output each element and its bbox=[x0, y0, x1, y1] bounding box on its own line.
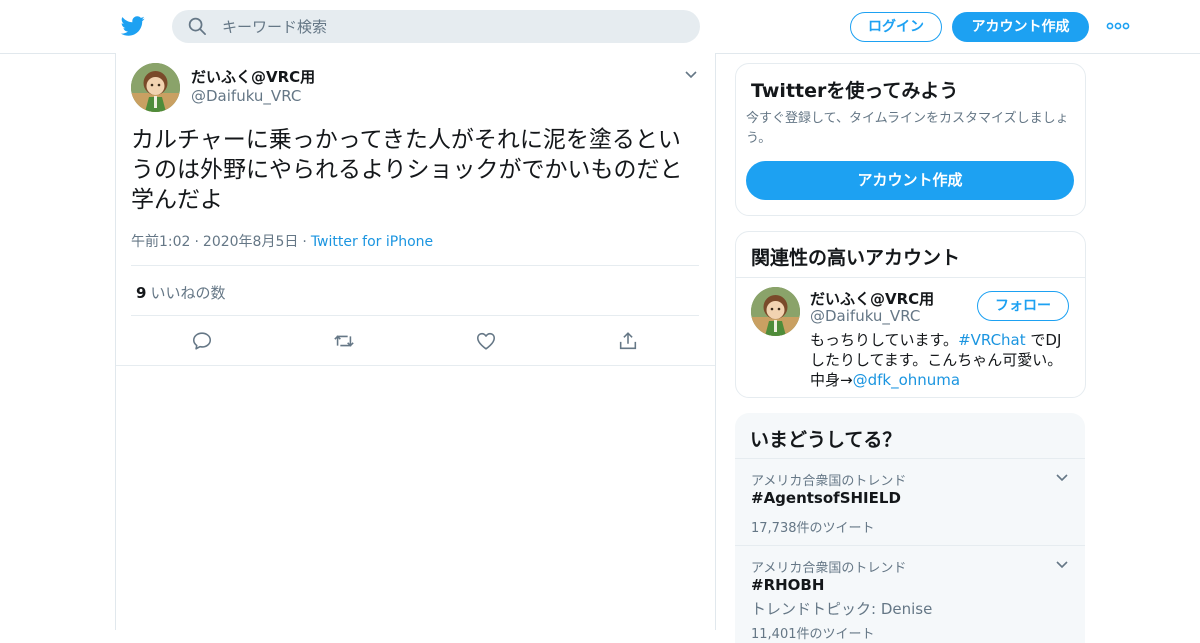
trend-name[interactable]: #RHOBH bbox=[751, 576, 824, 594]
signup-button[interactable]: アカウント作成 bbox=[952, 12, 1089, 42]
tweet-text: カルチャーに乗っかってきた人がそれに泥を塗るというのは外野にやられるよりショック… bbox=[131, 127, 683, 213]
chevron-down-icon[interactable] bbox=[1055, 473, 1069, 483]
search-box bbox=[172, 10, 700, 43]
avatar[interactable] bbox=[751, 287, 800, 336]
chevron-down-icon[interactable] bbox=[1055, 560, 1069, 570]
avatar[interactable] bbox=[131, 63, 180, 112]
tweet-source-link[interactable]: Twitter for iPhone bbox=[311, 234, 433, 250]
likes-stat[interactable]: 9 いいねの数 bbox=[136, 282, 225, 303]
trends-card: いまどうしてる？ アメリカ合衆国のトレンド #AgentsofSHIELD 17… bbox=[735, 413, 1085, 643]
tweet-date[interactable]: 2020年8月5日 bbox=[203, 234, 298, 250]
bio-hashtag-link[interactable]: #VRChat bbox=[958, 331, 1026, 349]
likes-count: 9 bbox=[136, 284, 147, 302]
related-account-bio: もっちりしています。#VRChat でDJしたりしてます。こんちゃん可愛い。 中… bbox=[810, 330, 1085, 390]
divider bbox=[735, 545, 1085, 546]
trend-tweet-count: 17,738件のツイート bbox=[751, 521, 875, 536]
heart-icon[interactable] bbox=[475, 330, 497, 352]
search-icon bbox=[188, 17, 206, 35]
more-options-icon[interactable] bbox=[1106, 20, 1130, 32]
follow-button[interactable]: フォロー bbox=[977, 291, 1069, 321]
trend-tweet-count: 11,401件のツイート bbox=[751, 627, 875, 642]
signup-card-description: 今すぐ登録して、タイムラインをカスタマイズしましょう。 bbox=[746, 111, 1069, 146]
related-accounts-title: 関連性の高いアカウント bbox=[751, 247, 961, 269]
retweet-icon[interactable] bbox=[333, 330, 355, 352]
avatar-image bbox=[131, 63, 180, 112]
divider bbox=[736, 277, 1085, 278]
divider bbox=[735, 458, 1085, 459]
signup-card-title: Twitterを使ってみよう bbox=[751, 80, 959, 102]
twitter-bird-logo-icon[interactable] bbox=[120, 14, 146, 38]
divider bbox=[131, 315, 699, 316]
trend-topic: トレンドトピック: Denise bbox=[751, 600, 933, 618]
avatar-image bbox=[751, 287, 800, 336]
related-account-handle[interactable]: @Daifuku_VRC bbox=[810, 307, 920, 325]
top-nav-bar: ログイン アカウント作成 bbox=[0, 0, 1200, 54]
meta-separator: · bbox=[302, 234, 307, 250]
tweet-metadata: 午前1:02 · 2020年8月5日 · Twitter for iPhone bbox=[131, 231, 433, 251]
trend-name[interactable]: #AgentsofSHIELD bbox=[751, 489, 901, 507]
tweet-detail-column: だいふく@VRC用 @Daifuku_VRC カルチャーに乗っかってきた人がそれ… bbox=[115, 53, 716, 630]
trend-location: アメリカ合衆国のトレンド bbox=[751, 561, 907, 576]
trends-title: いまどうしてる？ bbox=[750, 429, 902, 451]
reply-icon[interactable] bbox=[191, 330, 213, 352]
bio-text: もっちりしています。 bbox=[810, 331, 959, 349]
tweet-author-name[interactable]: だいふく@VRC用 bbox=[191, 66, 315, 87]
signup-card-button[interactable]: アカウント作成 bbox=[746, 161, 1074, 200]
related-accounts-card: 関連性の高いアカウント だいふく@VRC用 @Daifuku_VRC フォロー … bbox=[735, 231, 1086, 398]
meta-separator: · bbox=[194, 234, 199, 250]
related-account-name[interactable]: だいふく@VRC用 bbox=[810, 288, 934, 309]
chevron-down-icon[interactable] bbox=[684, 70, 698, 80]
tweet-time[interactable]: 午前1:02 bbox=[131, 234, 190, 250]
bio-mention-link[interactable]: @dfk_ohnuma bbox=[853, 371, 961, 389]
trend-location: アメリカ合衆国のトレンド bbox=[751, 474, 907, 489]
signup-card: Twitterを使ってみよう 今すぐ登録して、タイムラインをカスタマイズしましょ… bbox=[735, 63, 1086, 216]
divider bbox=[116, 365, 715, 366]
likes-label: いいねの数 bbox=[150, 284, 226, 302]
share-icon[interactable] bbox=[617, 330, 639, 352]
divider bbox=[131, 265, 699, 266]
search-input[interactable] bbox=[222, 10, 682, 43]
login-button[interactable]: ログイン bbox=[850, 12, 942, 42]
tweet-author-handle[interactable]: @Daifuku_VRC bbox=[191, 87, 301, 105]
